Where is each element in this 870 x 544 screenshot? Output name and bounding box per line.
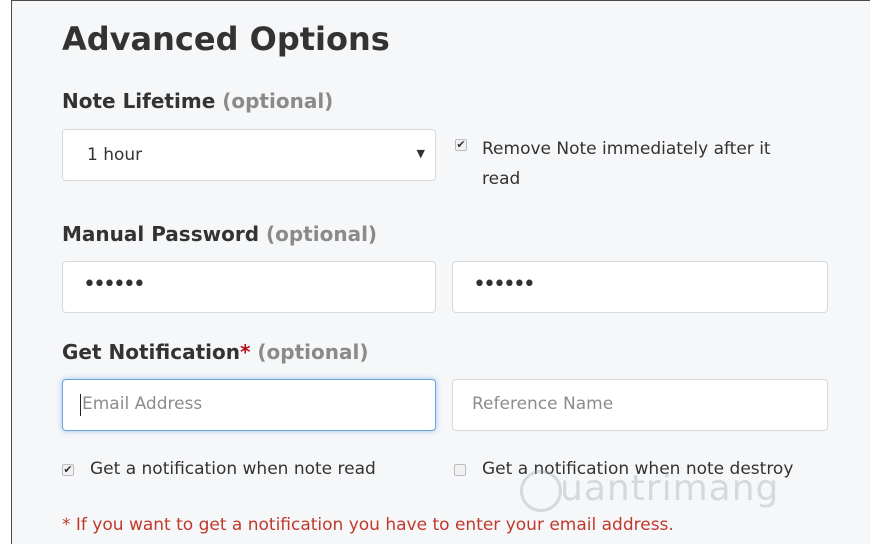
check-icon: ✔ [456, 138, 466, 151]
remove-note-label-line1: Remove Note immediately after it [482, 139, 771, 159]
remove-note-checkbox[interactable]: ✔ [455, 139, 467, 151]
note-lifetime-label: Note Lifetime (optional) [62, 89, 333, 113]
note-lifetime-label-text: Note Lifetime [62, 89, 216, 113]
reference-name-placeholder: Reference Name [472, 394, 614, 414]
note-lifetime-select[interactable]: 1 hour ▼ [62, 129, 436, 181]
notify-on-read-checkbox[interactable]: ✔ [62, 464, 74, 476]
get-notification-label-text: Get Notification [62, 340, 240, 364]
reference-name-input[interactable]: Reference Name [452, 379, 828, 431]
required-asterisk: * [239, 340, 251, 364]
confirm-password-field[interactable]: •••••• [452, 261, 828, 313]
note-lifetime-selected-value: 1 hour [87, 145, 143, 165]
get-notification-label: Get Notification* (optional) [62, 340, 369, 364]
remove-note-checkbox-label: Remove Note immediately after it read [482, 134, 771, 194]
check-icon: ✔ [63, 463, 73, 476]
password-value: •••••• [83, 272, 146, 297]
page-title: Advanced Options [62, 20, 390, 58]
optional-tag: (optional) [265, 222, 378, 246]
password-field[interactable]: •••••• [62, 261, 436, 313]
notify-on-destroy-checkbox[interactable] [454, 464, 466, 476]
email-address-placeholder: Email Address [82, 394, 203, 414]
notify-on-read-label: Get a notification when note read [90, 459, 376, 479]
confirm-password-value: •••••• [473, 272, 536, 297]
text-caret [80, 394, 81, 416]
chevron-down-icon: ▼ [416, 147, 425, 160]
optional-tag: (optional) [257, 340, 369, 364]
optional-tag: (optional) [222, 89, 334, 113]
notification-help-note: * If you want to get a notification you … [62, 515, 674, 535]
remove-note-label-line2: read [482, 169, 521, 189]
manual-password-label-text: Manual Password [62, 222, 260, 246]
manual-password-label: Manual Password (optional) [62, 222, 377, 246]
watermark-text: uantrimang [560, 468, 780, 509]
email-address-input[interactable]: Email Address [62, 379, 436, 431]
watermark-logo-icon [520, 470, 562, 512]
